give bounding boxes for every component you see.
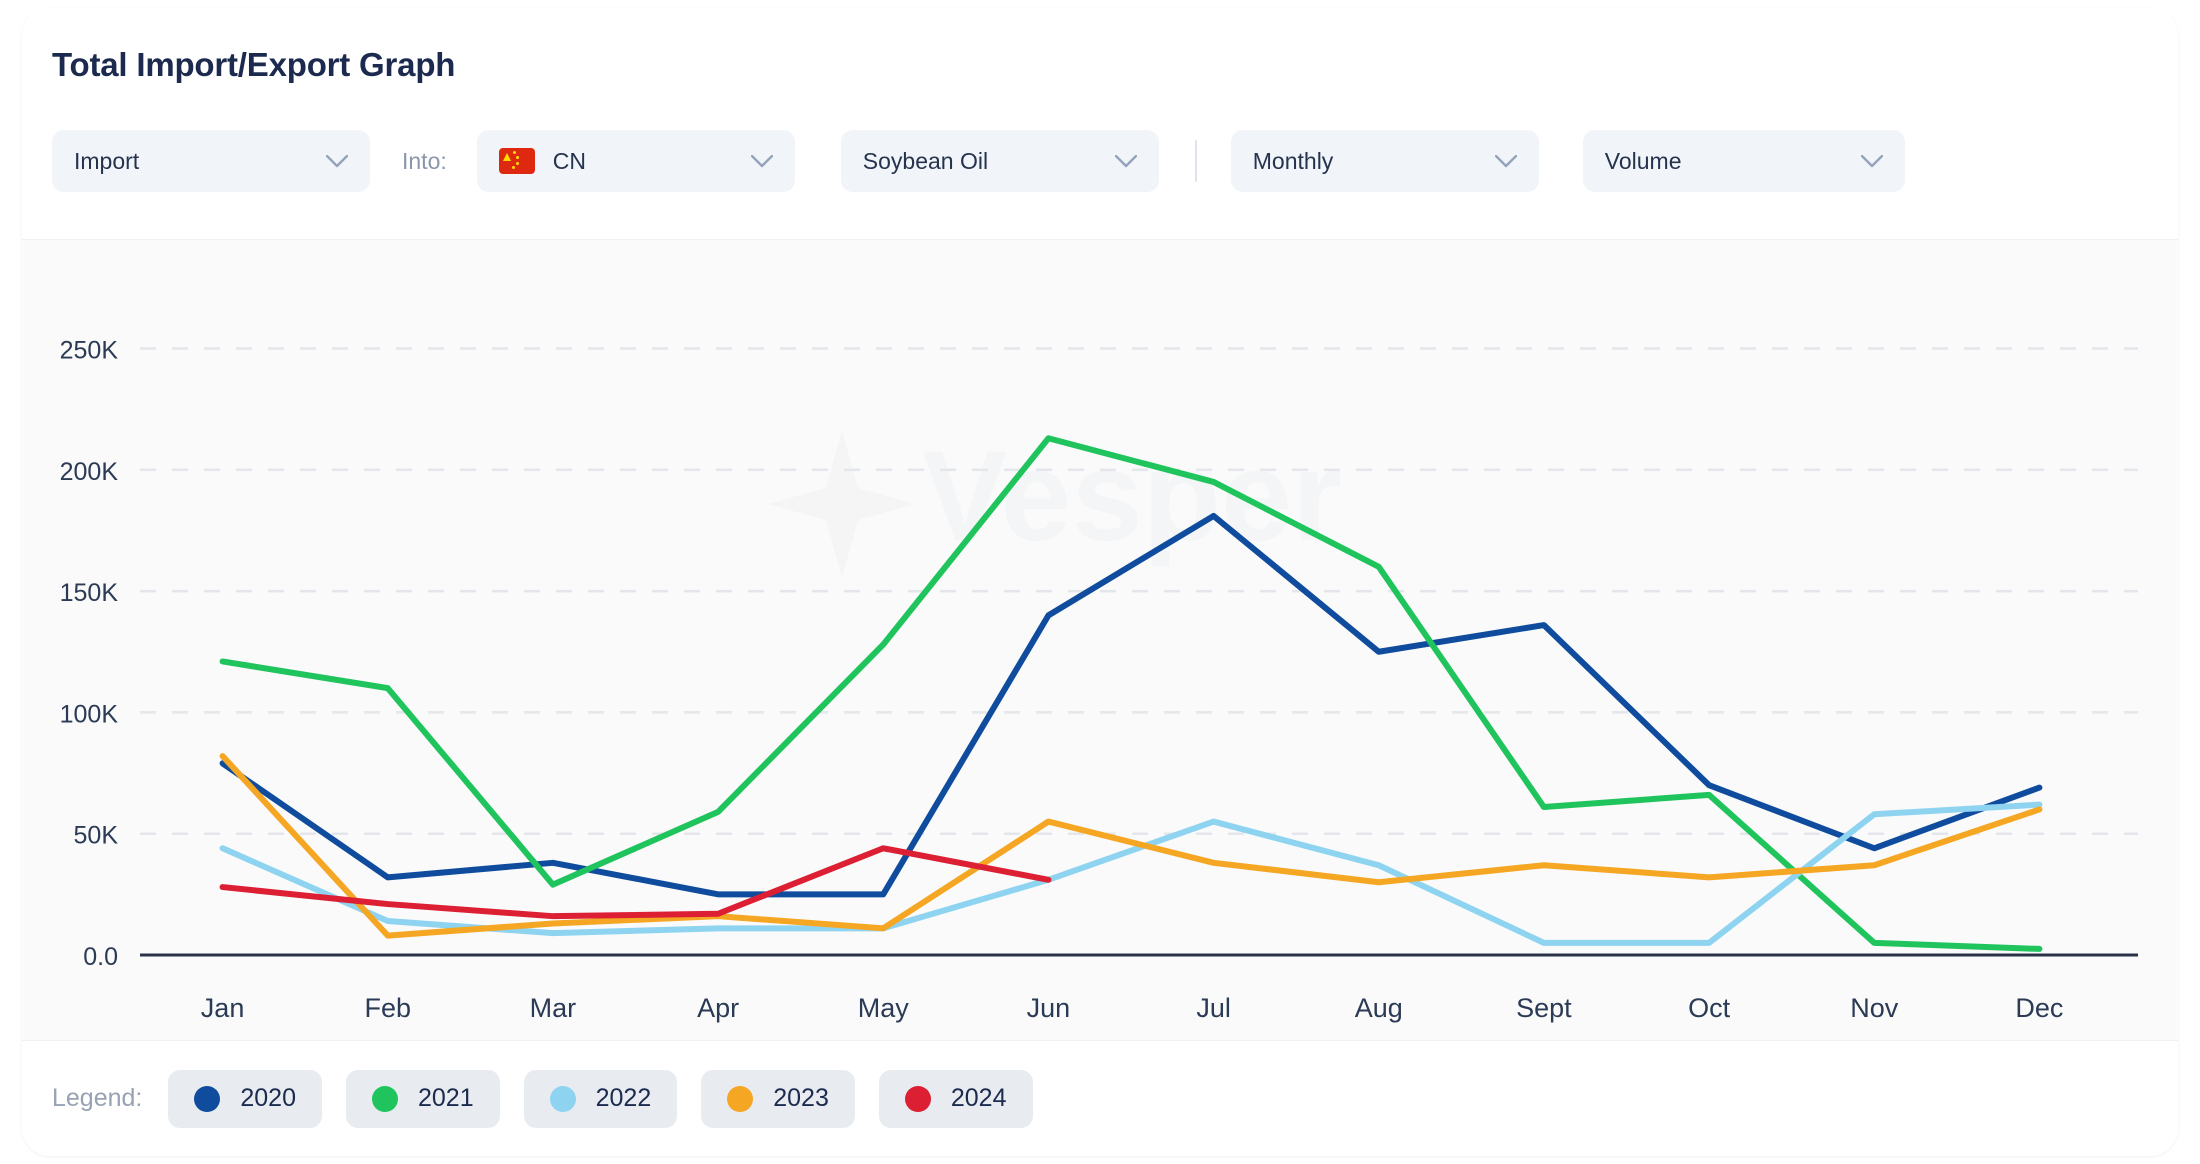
- chevron-down-icon: [725, 154, 773, 168]
- x-axis-tick-label: Dec: [2015, 993, 2063, 1023]
- x-axis-tick-label: Aug: [1355, 993, 1403, 1023]
- x-axis-tick-label: Feb: [364, 993, 411, 1023]
- legend-color-swatch: [727, 1085, 754, 1112]
- line-chart: Vesper 0.0 50K 100K 150K 200K 250K Jan Feb Mar Apr…: [60, 337, 2138, 1023]
- chevron-down-icon: [300, 154, 348, 168]
- svg-text:Vesper: Vesper: [922, 425, 1342, 568]
- legend-item-2023[interactable]: 2023: [701, 1069, 855, 1128]
- cn-flag-icon: [498, 148, 535, 174]
- y-axis-tick-label: 0.0: [83, 943, 118, 971]
- x-axis-tick-label: Jul: [1196, 993, 1231, 1023]
- chart-plot-area: Vesper 0.0 50K 100K 150K 200K 250K Jan Feb Mar Apr…: [22, 240, 2178, 1040]
- unit-select[interactable]: Volume: [1582, 130, 1905, 192]
- flow-type-select[interactable]: Import: [52, 130, 370, 192]
- legend-item-label: 2022: [595, 1084, 652, 1112]
- x-axis-tick-label: Sept: [1516, 993, 1572, 1023]
- chart-header: Total Import/Export Graph Import Into: C…: [22, 8, 2178, 240]
- country-value: CN: [552, 147, 586, 174]
- frequency-select[interactable]: Monthly: [1230, 130, 1539, 192]
- commodity-value: Soybean Oil: [862, 147, 989, 174]
- legend-item-2020[interactable]: 2020: [168, 1069, 322, 1128]
- commodity-select[interactable]: Soybean Oil: [840, 130, 1159, 192]
- country-select[interactable]: CN: [476, 130, 795, 192]
- filter-controls: Import Into: CN Soybean Oil Monthly Volu…: [52, 130, 1905, 192]
- legend-item-label: 2020: [240, 1084, 296, 1112]
- legend-item-2021[interactable]: 2021: [346, 1069, 500, 1128]
- x-axis-tick-label: Jan: [201, 993, 245, 1023]
- chevron-down-icon: [1835, 154, 1883, 168]
- legend-color-swatch: [549, 1085, 576, 1112]
- x-axis-tick-label: Oct: [1688, 993, 1731, 1023]
- x-axis-tick-label: May: [858, 993, 910, 1023]
- legend-color-swatch: [194, 1085, 221, 1112]
- unit-value: Volume: [1604, 147, 1682, 174]
- legend-item-label: 2023: [773, 1084, 829, 1112]
- chevron-down-icon: [1089, 154, 1137, 168]
- into-label: Into:: [402, 147, 447, 174]
- page-title: Total Import/Export Graph: [52, 46, 456, 83]
- legend-color-swatch: [904, 1085, 931, 1112]
- y-axis-tick-label: 150K: [60, 579, 119, 607]
- legend-item-label: 2024: [950, 1084, 1007, 1112]
- y-axis-tick-label: 100K: [60, 700, 119, 728]
- x-axis-tick-label: Jun: [1027, 993, 1071, 1023]
- x-axis-tick-label: Apr: [697, 993, 739, 1023]
- chart-legend: Legend: 2020 2021 2022 2023 2024: [22, 1040, 2178, 1156]
- y-axis-tick-label: 250K: [60, 337, 119, 365]
- series-line-2020: [219, 512, 2043, 898]
- legend-item-label: 2021: [418, 1084, 474, 1112]
- frequency-value: Monthly: [1252, 147, 1334, 174]
- chevron-down-icon: [1469, 154, 1517, 168]
- controls-divider: [1194, 140, 1197, 182]
- x-axis-tick-label: Mar: [530, 993, 577, 1023]
- flow-type-value: Import: [74, 147, 140, 174]
- legend-label: Legend:: [52, 1084, 143, 1112]
- y-axis-tick-label: 200K: [60, 458, 119, 486]
- chart-card: Total Import/Export Graph Import Into: C…: [22, 8, 2178, 1156]
- y-axis-tick-label: 50K: [74, 822, 119, 850]
- x-axis-tick-label: Nov: [1850, 993, 1899, 1023]
- legend-color-swatch: [372, 1085, 398, 1112]
- legend-item-2022[interactable]: 2022: [523, 1069, 678, 1128]
- legend-item-2024[interactable]: 2024: [878, 1069, 1033, 1128]
